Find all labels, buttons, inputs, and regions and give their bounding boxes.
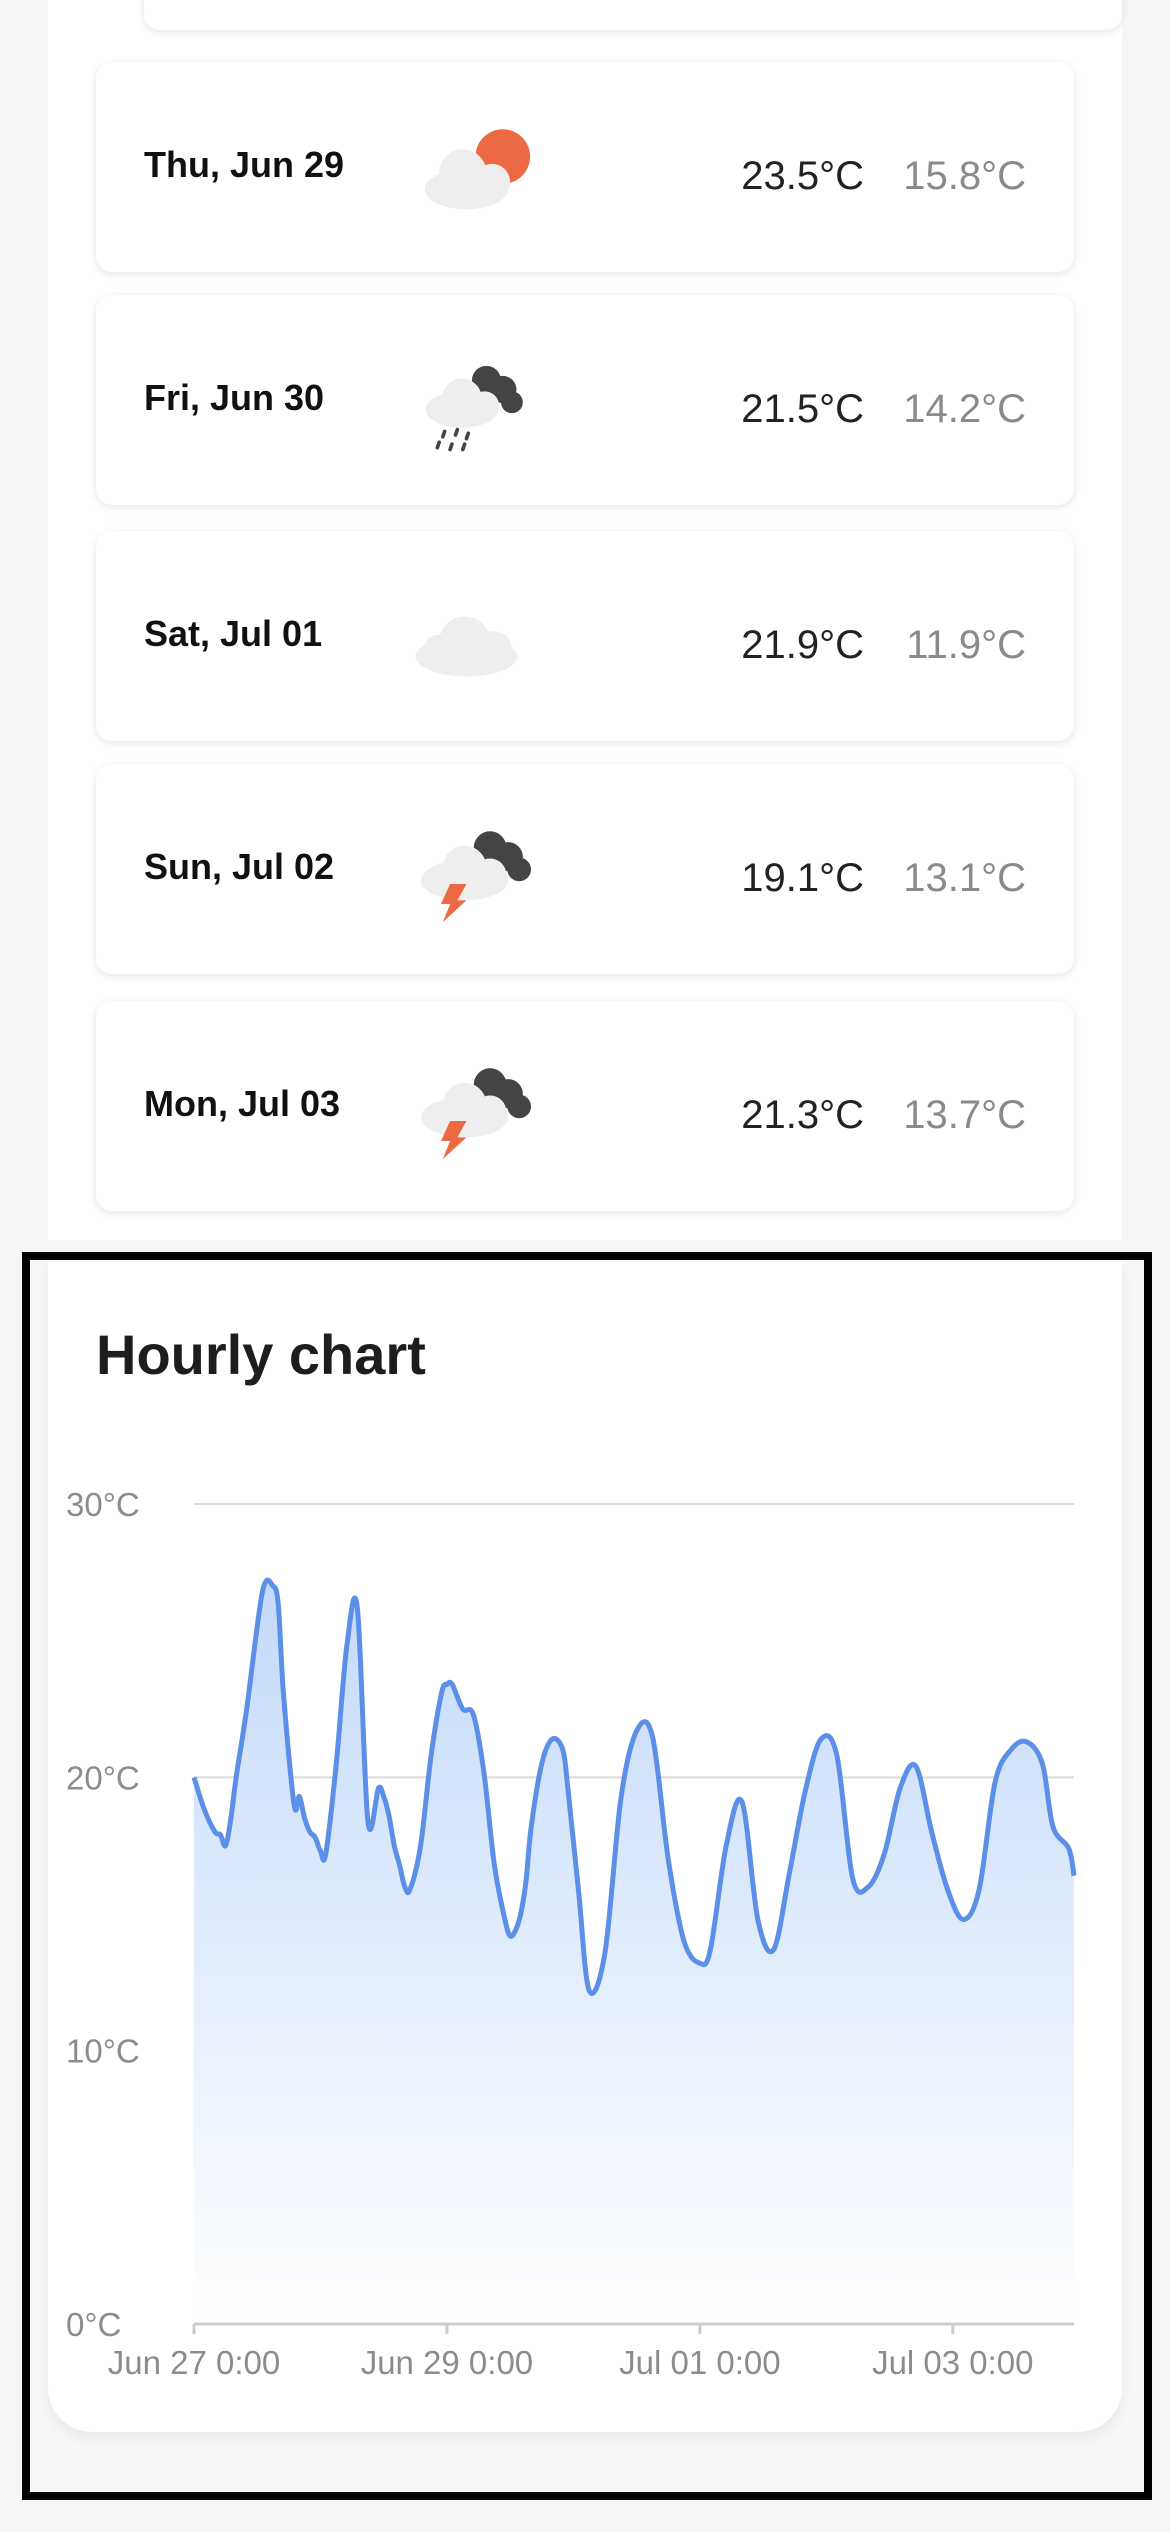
- forecast-card[interactable]: Sun, Jul 02 19.1°C 13.1°C: [96, 764, 1074, 974]
- forecast-card[interactable]: Mon, Jul 03 21.3°C 13.7°C: [96, 1001, 1074, 1211]
- thunderstorm-icon: [421, 1068, 531, 1160]
- temperature-area: [194, 1579, 1074, 2324]
- forecast-card[interactable]: Sat, Jul 01 21.9°C 11.9°C: [96, 531, 1074, 741]
- y-tick-label: 20°C: [66, 1759, 140, 1796]
- forecast-min-temp: 11.9°C: [906, 623, 1026, 667]
- rain-icon: [425, 365, 523, 452]
- forecast-min-temp: 15.8°C: [903, 154, 1026, 198]
- forecast-max-temp: 19.1°C: [741, 856, 864, 900]
- forecast-day-label: Fri, Jun 30: [144, 377, 325, 418]
- x-tick-label: Jun 29 0:00: [361, 2344, 533, 2381]
- x-tick-label: Jul 01 0:00: [619, 2344, 780, 2381]
- forecast-card-previous[interactable]: [144, 0, 1122, 30]
- forecast-day-label: Mon, Jul 03: [144, 1083, 341, 1124]
- forecast-max-temp: 21.9°C: [741, 623, 864, 667]
- forecast-card[interactable]: Fri, Jun 30 21.5°C 14.2°C: [96, 295, 1074, 505]
- y-tick-label: 30°C: [66, 1486, 140, 1523]
- forecast-max-temp: 23.5°C: [741, 154, 864, 198]
- forecast-day-label: Sat, Jul 01: [144, 613, 323, 654]
- forecast-card[interactable]: Thu, Jun 29 23.5°C 15.8°C: [96, 62, 1074, 272]
- hourly-chart-panel: Hourly chart 0°C 10°C 20°C 30°C Jun 27 0:00 J…: [48, 1262, 1122, 2432]
- cloud-icon: [415, 616, 518, 677]
- y-tick-label: 0°C: [66, 2306, 121, 2343]
- thunderstorm-icon: [421, 831, 531, 923]
- hourly-chart: 0°C 10°C 20°C 30°C Jun 27 0:00 Jun 29 0:00 Jul…: [66, 1486, 1077, 2381]
- forecast-day-label: Sun, Jul 02: [144, 846, 335, 887]
- x-tick-label: Jun 27 0:00: [108, 2344, 280, 2381]
- forecast-min-temp: 14.2°C: [903, 387, 1026, 431]
- forecast-max-temp: 21.3°C: [741, 1093, 864, 1137]
- forecast-day-label: Thu, Jun 29: [144, 144, 345, 185]
- partly-cloudy-icon: [424, 129, 531, 210]
- forecast-min-temp: 13.1°C: [903, 856, 1026, 900]
- y-tick-label: 10°C: [66, 2033, 140, 2070]
- forecast-max-temp: 21.5°C: [741, 387, 864, 431]
- x-tick-label: Jul 03 0:00: [872, 2344, 1033, 2381]
- forecast-min-temp: 13.7°C: [903, 1093, 1026, 1137]
